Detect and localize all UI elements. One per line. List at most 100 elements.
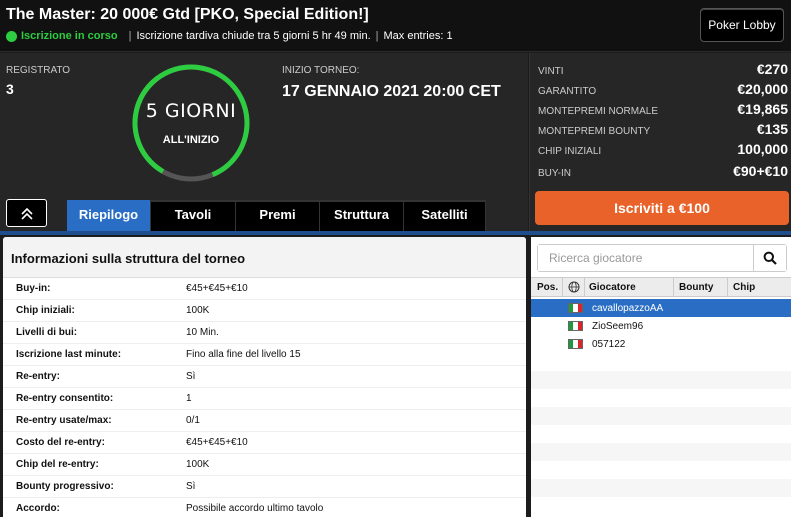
empty-row xyxy=(531,353,791,371)
start-label: INIZIO TORNEO: xyxy=(282,65,360,76)
tab-premi[interactable]: Premi xyxy=(236,200,320,232)
info-value: €45+€45+€10 xyxy=(186,437,248,448)
prize-panel: VINTI €270 GARANTITO €20,000 MONTEPREMI NO… xyxy=(529,53,791,231)
start-datetime: 17 GENNAIO 2021 20:00 CET xyxy=(282,83,501,100)
info-label: Re-entry usate/max: xyxy=(16,415,112,426)
col-country[interactable] xyxy=(563,278,585,296)
empty-row xyxy=(531,461,791,479)
info-label: Chip del re-entry: xyxy=(16,459,99,470)
separator: | xyxy=(375,30,379,42)
info-value: Possibile accordo ultimo tavolo xyxy=(186,503,324,514)
info-title: Informazioni sulla struttura del torneo xyxy=(3,237,526,278)
status-row: Iscrizione in corso | Iscrizione tardiva… xyxy=(6,30,453,42)
divider xyxy=(0,231,791,235)
prize-row: VINTI €270 xyxy=(538,61,788,77)
prize-value: €20,000 xyxy=(737,81,788,97)
empty-row xyxy=(531,407,791,425)
prize-label: GARANTITO xyxy=(538,86,597,97)
info-row: Chip iniziali: 100K xyxy=(3,300,526,322)
prize-value: €90+€10 xyxy=(733,163,788,179)
info-label: Iscrizione last minute: xyxy=(16,349,122,360)
info-label: Costo del re-entry: xyxy=(16,437,105,448)
search-button[interactable] xyxy=(753,245,786,271)
tab-tavoli[interactable]: Tavoli xyxy=(151,200,236,232)
info-label: Re-entry: xyxy=(16,371,60,382)
player-search-input[interactable] xyxy=(538,245,753,271)
player-row[interactable]: 057122 xyxy=(531,335,791,353)
prize-row: MONTEPREMI NORMALE €19,865 xyxy=(538,101,788,117)
globe-icon xyxy=(568,281,579,293)
info-value: Fino alla fine del livello 15 xyxy=(186,349,301,360)
info-value: Sì xyxy=(186,371,196,382)
player-row[interactable]: cavallopazzoAA xyxy=(531,299,791,317)
info-value: 1 xyxy=(186,393,192,404)
player-name: cavallopazzoAA xyxy=(592,302,664,314)
empty-row xyxy=(531,479,791,497)
signup-button[interactable]: Iscriviti a €100 xyxy=(535,191,789,225)
info-value: €45+€45+€10 xyxy=(186,283,248,294)
countdown-days: 5 GIORNI xyxy=(145,100,237,122)
info-label: Livelli di bui: xyxy=(16,327,78,338)
info-row: Livelli di bui: 10 Min. xyxy=(3,322,526,344)
players-panel: Pos. Giocatore Bounty Chip cavallopazzoA… xyxy=(531,237,791,517)
info-value: 0/1 xyxy=(186,415,200,426)
prize-row: BUY-IN €90+€10 xyxy=(538,163,788,179)
player-name: 057122 xyxy=(592,338,626,350)
italy-flag-icon xyxy=(568,303,583,313)
summary-panel: REGISTRATO 3 5 GIORNI ALL'INIZIO INIZIO … xyxy=(0,53,528,232)
prize-label: MONTEPREMI NORMALE xyxy=(538,106,659,117)
info-label: Bounty progressivo: xyxy=(16,481,114,492)
prize-value: €19,865 xyxy=(737,101,788,117)
tab-bar: Riepilogo Tavoli Premi Struttura Satelli… xyxy=(67,200,486,232)
info-label: Accordo: xyxy=(16,503,60,514)
info-label: Chip iniziali: xyxy=(16,305,75,316)
empty-row xyxy=(531,389,791,407)
col-chip[interactable]: Chip xyxy=(728,278,791,296)
player-row[interactable]: ZioSeem96 xyxy=(531,317,791,335)
registered-label: REGISTRATO xyxy=(6,65,71,76)
late-registration-text: Iscrizione tardiva chiude tra 5 giorni 5… xyxy=(136,30,371,42)
prize-row: GARANTITO €20,000 xyxy=(538,81,788,97)
info-rows: Buy-in: €45+€45+€10 Chip iniziali: 100K Live… xyxy=(3,278,526,517)
empty-row xyxy=(531,497,791,515)
poker-lobby-button[interactable]: Poker Lobby xyxy=(700,8,784,42)
info-row: Buy-in: €45+€45+€10 xyxy=(3,278,526,300)
prize-label: BUY-IN xyxy=(538,168,571,179)
prize-row: CHIP INIZIALI 100,000 xyxy=(538,141,788,157)
empty-row xyxy=(531,443,791,461)
info-label: Buy-in: xyxy=(16,283,51,294)
status-text: Iscrizione in corso xyxy=(21,30,118,42)
chevron-double-up-icon xyxy=(20,208,33,220)
info-row: Chip del re-entry: 100K xyxy=(3,454,526,476)
prize-label: VINTI xyxy=(538,66,564,77)
col-pos[interactable]: Pos. xyxy=(531,278,563,296)
countdown-ring xyxy=(132,64,250,182)
col-player[interactable]: Giocatore xyxy=(585,278,674,296)
info-label: Re-entry consentito: xyxy=(16,393,114,404)
collapse-button[interactable] xyxy=(6,199,47,227)
info-row: Bounty progressivo: Sì xyxy=(3,476,526,498)
info-value: 10 Min. xyxy=(186,327,219,338)
prize-row: MONTEPREMI BOUNTY €135 xyxy=(538,121,788,137)
countdown-caption: ALL'INIZIO xyxy=(162,134,220,146)
col-bounty[interactable]: Bounty xyxy=(674,278,728,296)
prize-value: 100,000 xyxy=(737,141,788,157)
info-value: Sì xyxy=(186,481,196,492)
separator: | xyxy=(128,30,132,42)
info-value: 100K xyxy=(186,305,210,316)
info-row: Accordo: Possibile accordo ultimo tavolo xyxy=(3,498,526,517)
prize-label: CHIP INIZIALI xyxy=(538,146,602,157)
players-table-header: Pos. Giocatore Bounty Chip xyxy=(531,277,791,297)
info-row: Re-entry consentito: 1 xyxy=(3,388,526,410)
tab-riepilogo[interactable]: Riepilogo xyxy=(67,200,151,232)
tournament-header: The Master: 20 000€ Gtd [PKO, Special Ed… xyxy=(0,0,791,52)
empty-row xyxy=(531,425,791,443)
italy-flag-icon xyxy=(568,321,583,331)
tab-satelliti[interactable]: Satelliti xyxy=(404,200,486,232)
tournament-lobby: The Master: 20 000€ Gtd [PKO, Special Ed… xyxy=(0,0,791,517)
info-row: Re-entry usate/max: 0/1 xyxy=(3,410,526,432)
player-name: ZioSeem96 xyxy=(592,320,644,332)
info-value: 100K xyxy=(186,459,210,470)
tab-struttura[interactable]: Struttura xyxy=(320,200,404,232)
search-icon xyxy=(763,251,777,265)
